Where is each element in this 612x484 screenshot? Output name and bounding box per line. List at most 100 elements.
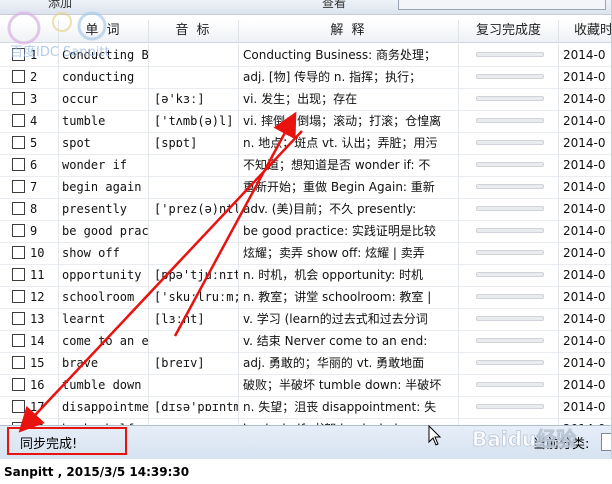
table-row[interactable]: 2 conducting adj. [物] 传导的 n. 指挥；执行； 2014-0: [0, 66, 611, 89]
row-checkbox[interactable]: [12, 224, 25, 237]
row-phonetic: ['prez(ə)ntlɪ]: [149, 198, 239, 220]
row-number: 8: [27, 198, 59, 220]
row-progress: [459, 132, 559, 154]
table-row[interactable]: 6 wonder if 不知道；想知道是否 wonder if: 不 2014-0: [0, 154, 611, 177]
row-word: opportunity: [59, 264, 149, 286]
row-word: wonder if: [59, 154, 149, 176]
row-number: 7: [27, 176, 59, 198]
progress-bar: [476, 250, 544, 255]
table-row[interactable]: 3 occur [ə'kɜː] vi. 发生；出现；存在 2014-0: [0, 88, 611, 111]
row-collect-time: 2014-0: [559, 396, 611, 418]
row-meaning: vi. 发生；出现；存在: [239, 88, 459, 110]
row-checkbox[interactable]: [12, 70, 25, 83]
progress-bar: [476, 228, 544, 233]
row-meaning: 不知道；想知道是否 wonder if: 不: [239, 154, 459, 176]
row-number: 10: [27, 242, 59, 264]
table-row[interactable]: 11opportunity[ɒpə'tjuːnɪtɪ]n. 时机，机会 oppo…: [0, 264, 611, 287]
row-checkbox[interactable]: [12, 378, 25, 391]
row-collect-time: 2014-0: [559, 110, 611, 132]
row-meaning: n. 地点；斑点 vt. 认出；弄脏；用污: [239, 132, 459, 154]
toolbar-view-label[interactable]: 查看: [322, 0, 346, 11]
table-row[interactable]: 4 tumble ['tʌmb(ə)l] vi. 摔倒；倒塌；滚动；打滚；仓惶离 201…: [0, 110, 611, 133]
row-collect-time: 2014-0: [559, 44, 611, 66]
row-number: 14: [27, 330, 59, 352]
row-collect-time: 2014-0: [559, 220, 611, 242]
header-collect-time[interactable]: 收藏时: [559, 20, 611, 42]
row-progress: [459, 352, 559, 374]
row-progress: [459, 374, 559, 396]
row-checkbox[interactable]: [12, 268, 25, 281]
row-progress: [459, 66, 559, 88]
row-word: come to an e: [59, 330, 149, 352]
table-row[interactable]: 7 begin again 重新开始；重做 Begin Again: 重新 2014-…: [0, 176, 611, 199]
row-checkbox[interactable]: [12, 180, 25, 193]
row-number: 4: [27, 110, 59, 132]
row-number: 5: [27, 132, 59, 154]
row-checkbox[interactable]: [12, 92, 25, 105]
table-row[interactable]: 5 spot [spɒt] n. 地点；斑点 vt. 认出；弄脏；用污 2014-0: [0, 132, 611, 155]
progress-bar: [476, 162, 544, 167]
table-row[interactable]: 17disappointme[dɪsə'pɒɪntm(ə)n. 失望；沮丧 di…: [0, 396, 611, 419]
table-row[interactable]: 15 brave [breɪv] adj. 勇敢的；华丽的 vt. 勇敢地面 2014-…: [0, 352, 611, 375]
row-checkbox[interactable]: [12, 158, 25, 171]
table-row[interactable]: 10 show off 炫耀；卖弄 show off: 炫耀 | 卖弄 2014-0: [0, 242, 611, 265]
row-progress: [459, 264, 559, 286]
row-checkbox[interactable]: [12, 202, 25, 215]
row-collect-time: 2014-0: [559, 352, 611, 374]
row-collect-time: 2014-0: [559, 308, 611, 330]
progress-bar: [476, 140, 544, 145]
row-checkbox[interactable]: [12, 400, 25, 413]
row-progress: [459, 110, 559, 132]
row-number: 12: [27, 286, 59, 308]
table-row[interactable]: 13 learnt [lɜːnt] v. 学习 (learn的过去式和过去分词 2014…: [0, 308, 611, 331]
header-progress[interactable]: 复习完成度: [459, 20, 559, 42]
toolbar-search-box[interactable]: [398, 0, 606, 10]
progress-bar: [476, 316, 544, 321]
progress-bar: [476, 74, 544, 79]
header-meaning[interactable]: 解 释: [239, 20, 459, 42]
row-checkbox[interactable]: [12, 136, 25, 149]
row-checkbox[interactable]: [12, 290, 25, 303]
progress-bar: [476, 184, 544, 189]
row-checkbox[interactable]: [12, 246, 25, 259]
row-progress: [459, 44, 559, 66]
row-checkbox[interactable]: [12, 312, 25, 325]
logo-watermark: 百度IDC Sanpitt: [7, 11, 110, 60]
table-row[interactable]: 16 tumble down 破败；半破坏 tumble down: 半破坏 2014…: [0, 374, 611, 397]
row-meaning: v. 结束 Nerver come to an end:: [239, 330, 459, 352]
row-word: begin again: [59, 176, 149, 198]
row-collect-time: 2014-0: [559, 198, 611, 220]
table-row[interactable]: 8presently['prez(ə)ntlɪ]adv. (美)目前；不久 pr…: [0, 198, 611, 221]
row-word: conducting: [59, 66, 149, 88]
row-number: 17: [27, 396, 59, 418]
table-row[interactable]: 9 be good prac be good practice: 实践证明是比较 20…: [0, 220, 611, 243]
row-progress: [459, 308, 559, 330]
row-progress: [459, 154, 559, 176]
row-word: tumble: [59, 110, 149, 132]
row-meaning: 重新开始；重做 Begin Again: 重新: [239, 176, 459, 198]
row-collect-time: 2014-0: [559, 66, 611, 88]
table-row[interactable]: 12 schoolroom ['skuːlruːm;- n. 教室；讲堂 school…: [0, 286, 611, 309]
row-word: tumble down: [59, 374, 149, 396]
row-collect-time: 2014-0: [559, 132, 611, 154]
row-word: show off: [59, 242, 149, 264]
header-phonetic[interactable]: 音 标: [149, 20, 239, 42]
row-phonetic: [149, 220, 239, 242]
row-phonetic: [ɒpə'tjuːnɪtɪ]: [149, 264, 239, 286]
progress-bar: [476, 272, 544, 277]
row-checkbox[interactable]: [12, 356, 25, 369]
row-phonetic: ['skuːlruːm;-: [149, 286, 239, 308]
row-collect-time: 2014-0: [559, 176, 611, 198]
row-progress: [459, 198, 559, 220]
row-number: 3: [27, 88, 59, 110]
table-row[interactable]: 14 come to an e v. 结束 Nerver come to an en…: [0, 330, 611, 353]
baidu-watermark: Baidu经验: [472, 427, 577, 452]
row-checkbox[interactable]: [12, 334, 25, 347]
row-word: spot: [59, 132, 149, 154]
row-number: 2: [27, 66, 59, 88]
row-word: presently: [59, 198, 149, 220]
row-checkbox[interactable]: [12, 114, 25, 127]
progress-bar: [476, 360, 544, 365]
row-progress: [459, 220, 559, 242]
row-phonetic: [spɒt]: [149, 132, 239, 154]
